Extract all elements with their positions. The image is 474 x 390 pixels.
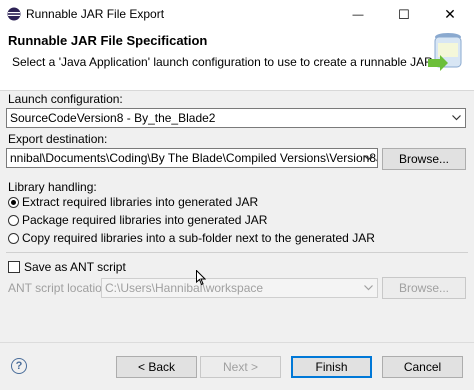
window-title: Runnable JAR File Export xyxy=(26,7,165,21)
wizard-header: Runnable JAR File Specification Select a… xyxy=(0,29,474,91)
ant-location-select[interactable]: C:\Users\Hannibal\workspace xyxy=(101,278,378,298)
radio-copy-label[interactable]: Copy required libraries into a sub-folde… xyxy=(22,231,375,245)
launch-config-select[interactable]: SourceCodeVersion8 - By_the_Blade2 xyxy=(6,108,466,128)
maximize-button[interactable]: ☐ xyxy=(381,0,427,29)
cancel-button[interactable]: Cancel xyxy=(382,356,463,378)
export-destination-label: Export destination: xyxy=(8,132,108,146)
jar-banner-icon xyxy=(428,33,462,71)
library-handling-label: Library handling: xyxy=(8,180,97,194)
ant-location-label: ANT script location: xyxy=(8,281,112,295)
save-ant-script-checkbox[interactable] xyxy=(8,261,20,273)
radio-package-libraries[interactable] xyxy=(8,215,19,226)
radio-extract-libraries[interactable] xyxy=(8,197,19,208)
help-button[interactable]: ? xyxy=(11,358,27,374)
chevron-down-icon xyxy=(448,109,465,127)
ant-browse-button[interactable]: Browse... xyxy=(382,277,466,299)
page-message: Select a 'Java Application' launch confi… xyxy=(12,55,437,69)
radio-extract-label[interactable]: Extract required libraries into generate… xyxy=(22,195,258,209)
export-destination-value: nnibal\Documents\Coding\By The Blade\Com… xyxy=(10,151,378,165)
help-icon: ? xyxy=(15,360,23,372)
eclipse-app-icon xyxy=(7,7,21,21)
save-ant-script-label[interactable]: Save as ANT script xyxy=(24,260,126,274)
next-button[interactable]: Next > xyxy=(200,356,281,378)
ant-location-value: C:\Users\Hannibal\workspace xyxy=(105,281,264,295)
launch-config-label: Launch configuration: xyxy=(8,92,123,106)
radio-package-label[interactable]: Package required libraries into generate… xyxy=(22,213,267,227)
minimize-icon: — xyxy=(352,8,364,21)
separator xyxy=(6,252,468,253)
footer-separator xyxy=(0,342,474,343)
mouse-cursor-icon xyxy=(196,270,206,286)
export-destination-input[interactable]: nnibal\Documents\Coding\By The Blade\Com… xyxy=(6,148,378,168)
minimize-button[interactable]: — xyxy=(335,0,381,29)
close-icon: ✕ xyxy=(444,6,456,22)
launch-config-value: SourceCodeVersion8 - By_the_Blade2 xyxy=(10,111,216,125)
chevron-down-icon xyxy=(360,279,377,297)
page-title: Runnable JAR File Specification xyxy=(8,33,208,48)
finish-button[interactable]: Finish xyxy=(291,356,372,378)
export-browse-button[interactable]: Browse... xyxy=(382,148,466,170)
maximize-icon: ☐ xyxy=(398,6,410,22)
back-button[interactable]: < Back xyxy=(116,356,197,378)
title-bar: Runnable JAR File Export — ☐ ✕ xyxy=(0,0,474,29)
chevron-down-icon xyxy=(360,149,377,167)
radio-copy-libraries[interactable] xyxy=(8,233,19,244)
close-button[interactable]: ✕ xyxy=(427,0,473,29)
